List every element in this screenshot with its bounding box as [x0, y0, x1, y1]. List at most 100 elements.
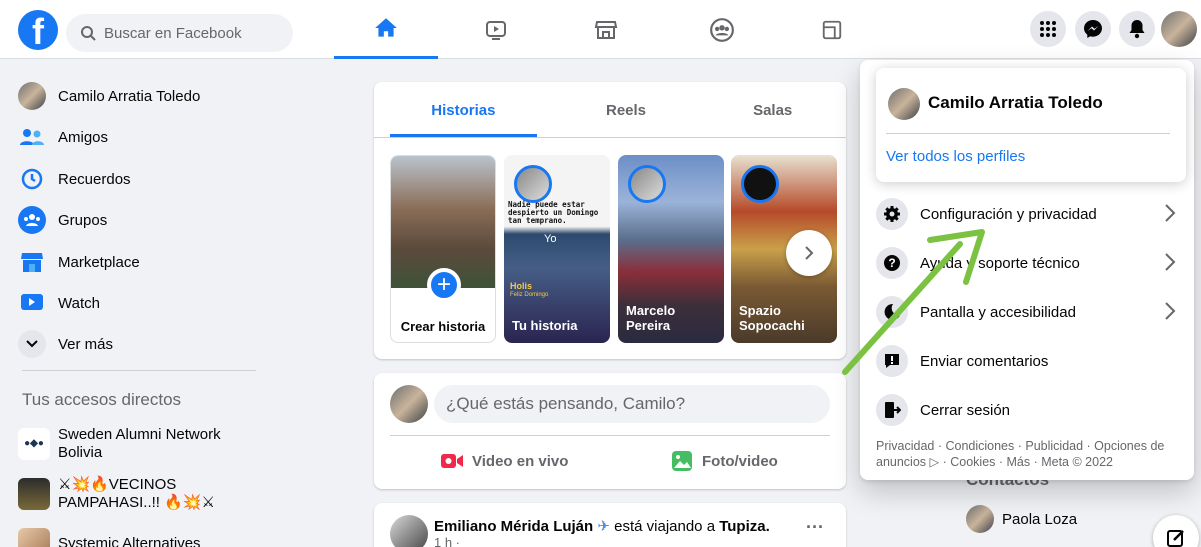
tab-home[interactable]	[334, 0, 438, 59]
logout-icon	[876, 394, 908, 426]
post-author[interactable]: Emiliano Mérida Luján	[434, 518, 593, 535]
story-label: Marcelo Pereira	[626, 303, 676, 333]
contact-name: Paola Loza	[1002, 510, 1078, 528]
sidebar-item-label: Camilo Arratia Toledo	[58, 87, 201, 105]
tab-stories[interactable]: Historias	[390, 82, 537, 137]
sidebar-item-friends[interactable]: Amigos	[18, 119, 108, 155]
search-placeholder: Buscar en Facebook	[104, 24, 242, 42]
shortcut-item[interactable]: Systemic Alternatives	[18, 528, 248, 547]
status-input[interactable]: ¿Qué estás pensando, Camilo?	[434, 385, 830, 423]
story-sticker: Holis	[510, 281, 533, 291]
menu-button[interactable]	[1030, 11, 1066, 47]
contact-item[interactable]: Paola Loza	[966, 505, 1077, 533]
account-menu: Camilo Arratia Toledo Ver todos los perf…	[860, 60, 1194, 480]
messenger-button[interactable]	[1075, 11, 1111, 47]
photo-icon	[670, 449, 694, 473]
sidebar-item-label: Marketplace	[58, 253, 140, 271]
friends-icon	[18, 123, 46, 151]
search-input[interactable]: Buscar en Facebook	[66, 14, 293, 52]
shortcut-label: Sweden Alumni Network Bolivia	[58, 426, 221, 461]
tab-reels[interactable]: Reels	[553, 82, 700, 137]
live-video-icon	[440, 449, 464, 473]
shortcut-item[interactable]: ●◆● Sweden Alumni Network Bolivia	[18, 426, 248, 462]
sidebar-item-label: Grupos	[58, 211, 108, 229]
photo-video-button[interactable]: Foto/video	[670, 449, 778, 473]
notifications-button[interactable]	[1119, 11, 1155, 47]
account-avatar[interactable]	[1161, 11, 1197, 47]
new-message-button[interactable]	[1153, 515, 1199, 547]
shortcuts-title: Tus accesos directos	[22, 390, 182, 409]
tab-groups[interactable]	[670, 0, 774, 59]
sidebar-item-label: Ver más	[58, 335, 114, 353]
live-video-button[interactable]: Video en vivo	[440, 449, 568, 473]
avatar	[628, 165, 666, 203]
post-place[interactable]: Tupiza.	[719, 518, 770, 535]
photo-video-label: Foto/video	[702, 452, 778, 470]
stories-panel: Historias Reels Salas + Crear historia N…	[374, 82, 846, 359]
chevron-right-icon	[805, 246, 814, 260]
menu-item-display-accessibility[interactable]: Pantalla y accesibilidad	[876, 290, 1186, 334]
search-icon	[81, 26, 96, 41]
plane-icon: ✈	[597, 518, 610, 535]
group-logo: ●◆●	[18, 428, 50, 460]
top-navigation-bar: f Buscar en Facebook	[0, 0, 1201, 59]
bell-icon	[1129, 20, 1145, 39]
menu-item-settings-privacy[interactable]: Configuración y privacidad	[876, 192, 1186, 236]
see-all-profiles-link[interactable]: Ver todos los perfiles	[886, 148, 1025, 165]
profile-card: Camilo Arratia Toledo Ver todos los perf…	[876, 68, 1186, 182]
sidebar-item-marketplace[interactable]: Marketplace	[18, 244, 140, 280]
avatar	[390, 385, 428, 423]
moon-icon	[876, 296, 908, 328]
story-caption-sub: Yo	[544, 233, 557, 245]
gaming-icon	[822, 20, 842, 39]
avatar	[514, 165, 552, 203]
avatar	[966, 505, 994, 533]
menu-item-logout[interactable]: Cerrar sesión	[876, 388, 1186, 432]
stories-next-button[interactable]	[786, 230, 832, 276]
post-time: 1 h ·	[434, 535, 461, 547]
sidebar-item-watch[interactable]: Watch	[18, 285, 100, 321]
post-composer: ¿Qué estás pensando, Camilo? Video en vi…	[374, 373, 846, 489]
create-story-card[interactable]: + Crear historia	[390, 155, 496, 343]
video-icon	[18, 289, 46, 317]
shortcut-label: Systemic Alternatives	[58, 535, 201, 547]
menu-item-label: Enviar comentarios	[920, 352, 1049, 370]
menu-footer-links[interactable]: Privacidad · Condiciones · Publicidad · …	[876, 438, 1186, 470]
avatar	[888, 88, 920, 120]
shortcut-item[interactable]: ⚔💥🔥VECINOS PAMPAHASI..!! 🔥💥⚔	[18, 476, 248, 512]
facebook-logo[interactable]: f	[18, 10, 58, 50]
tab-rooms[interactable]: Salas	[699, 82, 846, 137]
chevron-down-icon	[18, 330, 46, 358]
chevron-right-icon	[1165, 302, 1176, 320]
sidebar-item-profile[interactable]: Camilo Arratia Toledo	[18, 78, 200, 114]
groups-icon	[710, 17, 734, 42]
sidebar-divider	[22, 370, 256, 371]
messenger-icon	[1084, 20, 1102, 38]
menu-item-label: Pantalla y accesibilidad	[920, 303, 1076, 321]
avatar	[741, 165, 779, 203]
tab-marketplace[interactable]	[554, 0, 658, 59]
gear-icon	[876, 198, 908, 230]
plus-icon: +	[427, 268, 461, 302]
feedback-icon	[876, 345, 908, 377]
sidebar-item-label: Recuerdos	[58, 170, 131, 188]
menu-item-help-support[interactable]: ? Ayuda y soporte técnico	[876, 241, 1186, 285]
groups-icon	[18, 206, 46, 234]
story-card[interactable]: Nadie puede estar despierto un Domingo t…	[504, 155, 610, 343]
profile-name[interactable]: Camilo Arratia Toledo	[928, 93, 1103, 113]
menu-item-label: Ayuda y soporte técnico	[920, 254, 1080, 272]
post-options-button[interactable]: ···	[806, 517, 824, 538]
feed-post: Emiliano Mérida Luján ✈ está viajando a …	[374, 503, 846, 547]
live-video-label: Video en vivo	[472, 452, 569, 470]
shop-icon	[18, 248, 46, 276]
shortcut-label: ⚔💥🔥VECINOS PAMPAHASI..!! 🔥💥⚔	[58, 476, 215, 511]
menu-item-send-feedback[interactable]: Enviar comentarios	[876, 339, 1186, 383]
tab-watch[interactable]	[444, 0, 548, 59]
story-card[interactable]: Marcelo Pereira	[618, 155, 724, 343]
sidebar-item-see-more[interactable]: Ver más	[18, 326, 113, 362]
profile-divider	[886, 133, 1170, 134]
sidebar-item-memories[interactable]: Recuerdos	[18, 161, 131, 197]
clock-icon	[18, 165, 46, 193]
sidebar-item-groups[interactable]: Grupos	[18, 202, 107, 238]
tab-gaming[interactable]	[780, 0, 884, 59]
